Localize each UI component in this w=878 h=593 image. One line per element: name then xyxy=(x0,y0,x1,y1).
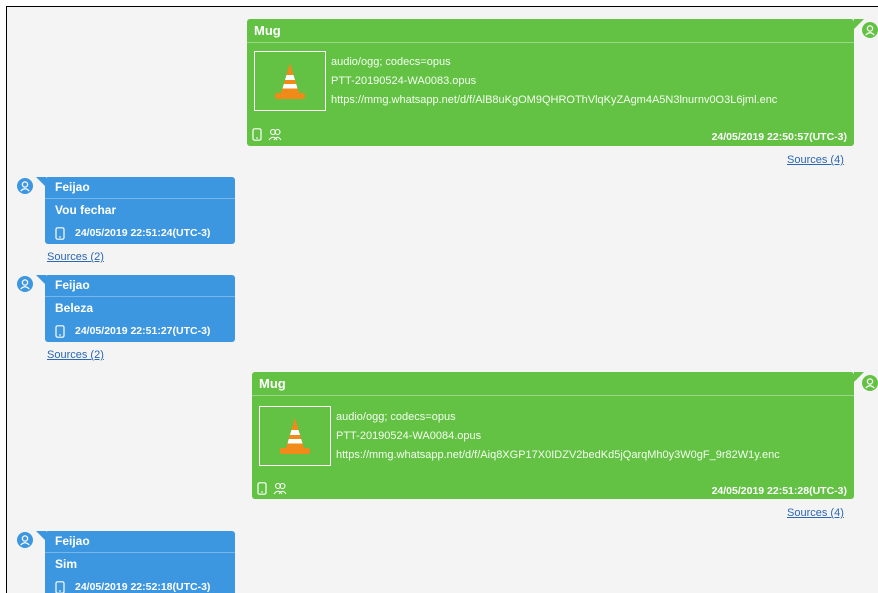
phone-icon xyxy=(257,482,267,495)
message-timestamp: 24/05/2019 22:51:28(UTC-3) xyxy=(711,485,847,497)
outgoing-media-message[interactable]: Mug audio/ogg; codecs=opus PTT-20190524-… xyxy=(252,372,854,499)
chat-frame: Mug audio/ogg; codecs=opus PTT-20190524-… xyxy=(6,6,878,593)
sender-name: Mug xyxy=(247,19,854,43)
sources-link[interactable]: Sources (2) xyxy=(47,251,104,263)
phone-icon xyxy=(55,324,65,338)
message-text: Vou fechar xyxy=(55,203,117,217)
media-thumbnail[interactable] xyxy=(259,406,331,466)
user-avatar-icon xyxy=(862,375,878,391)
media-thumbnail[interactable] xyxy=(254,51,326,111)
incoming-message[interactable]: Feijao Beleza 24/05/2019 22:51:27(UTC-3) xyxy=(45,275,235,342)
message-text: Beleza xyxy=(55,301,94,315)
outgoing-media-message[interactable]: Mug audio/ogg; codecs=opus PTT-20190524-… xyxy=(247,19,854,146)
media-mime-type: audio/ogg; codecs=opus xyxy=(336,411,456,423)
sources-link[interactable]: Sources (4) xyxy=(787,154,844,166)
contacts-icon xyxy=(273,482,287,495)
phone-icon xyxy=(55,580,65,593)
message-timestamp: 24/05/2019 22:51:24(UTC-3) xyxy=(75,227,211,239)
media-filename: PTT-20190524-WA0084.opus xyxy=(336,430,482,442)
contacts-icon xyxy=(268,128,282,141)
vlc-cone-icon xyxy=(275,63,305,99)
media-filename: PTT-20190524-WA0083.opus xyxy=(331,75,477,87)
sender-name: Feijao xyxy=(45,275,235,297)
user-avatar-icon xyxy=(17,532,33,548)
bubble-tail xyxy=(854,19,864,29)
message-timestamp: 24/05/2019 22:51:27(UTC-3) xyxy=(75,325,211,337)
sender-name: Feijao xyxy=(45,531,235,553)
incoming-message[interactable]: Feijao Sim 24/05/2019 22:52:18(UTC-3) xyxy=(45,531,235,593)
message-timestamp: 24/05/2019 22:52:18(UTC-3) xyxy=(75,581,211,593)
user-avatar-icon xyxy=(17,276,33,292)
sources-link[interactable]: Sources (2) xyxy=(47,349,104,361)
sources-link[interactable]: Sources (4) xyxy=(787,507,844,519)
media-url[interactable]: https://mmg.whatsapp.net/d/f/AlB8uKgOM9Q… xyxy=(331,91,777,110)
vlc-cone-icon xyxy=(280,418,310,454)
media-mime-type: audio/ogg; codecs=opus xyxy=(331,56,451,68)
phone-icon xyxy=(55,226,65,240)
user-avatar-icon xyxy=(17,178,33,194)
message-text: Sim xyxy=(55,557,78,571)
media-url[interactable]: https://mmg.whatsapp.net/d/f/Aiq8XGP17X0… xyxy=(336,446,780,465)
incoming-message[interactable]: Feijao Vou fechar 24/05/2019 22:51:24(UT… xyxy=(45,177,235,244)
phone-icon xyxy=(252,128,262,141)
user-avatar-icon xyxy=(862,22,878,38)
message-timestamp: 24/05/2019 22:50:57(UTC-3) xyxy=(711,131,847,143)
bubble-tail xyxy=(854,372,864,382)
sender-name: Mug xyxy=(252,372,854,396)
sender-name: Feijao xyxy=(45,177,235,199)
